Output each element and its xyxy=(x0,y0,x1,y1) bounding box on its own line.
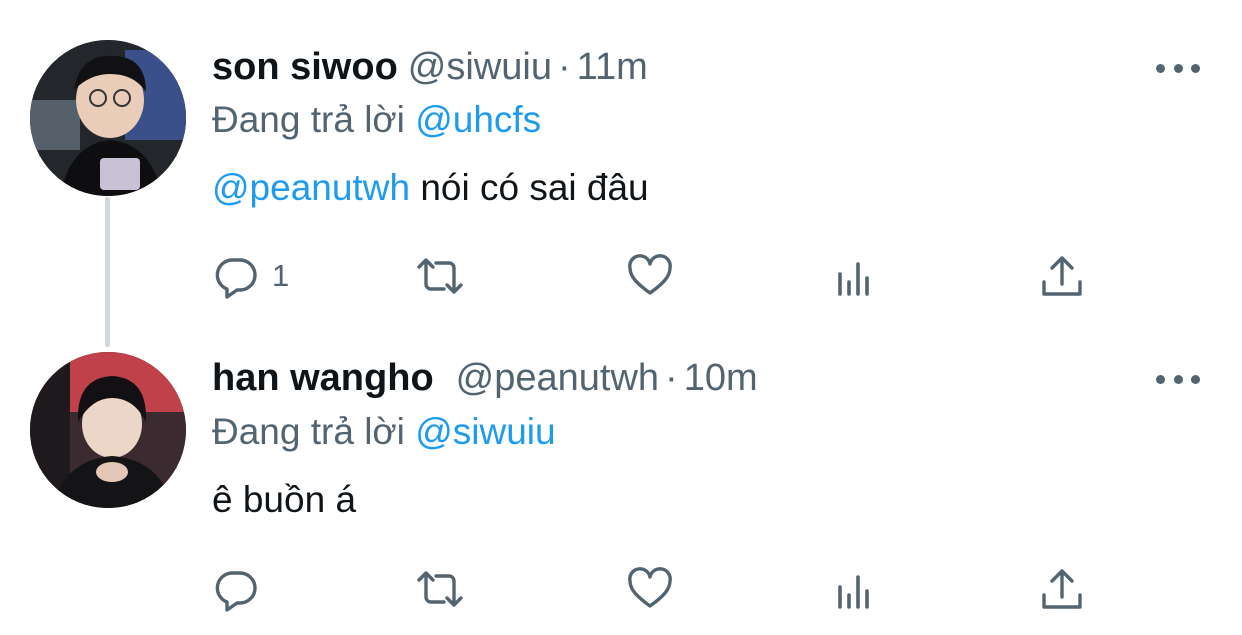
replying-to: Đang trả lời @uhcfs xyxy=(212,98,541,142)
user-handle[interactable]: @siwuiu xyxy=(408,46,552,88)
reply-icon xyxy=(215,258,257,299)
reply-button[interactable]: 1 xyxy=(212,250,289,302)
like-button[interactable] xyxy=(626,250,674,302)
tweet-thread: son siwoo @siwuiu · 11m Đang trả lời @uhcfs… xyxy=(0,0,1242,635)
timestamp[interactable]: 10m xyxy=(684,357,758,399)
replying-to: Đang trả lời @siwuiu xyxy=(212,410,556,454)
action-bar xyxy=(212,563,1092,615)
separator-dot: · xyxy=(557,46,571,88)
like-icon xyxy=(628,254,672,295)
display-name[interactable]: son siwoo xyxy=(212,46,398,88)
avatar[interactable] xyxy=(30,40,186,196)
share-icon xyxy=(1042,256,1082,296)
retweet-icon xyxy=(417,571,463,607)
replying-to-label: Đang trả lời xyxy=(212,99,405,140)
retweet-icon xyxy=(417,258,463,294)
more-icon[interactable] xyxy=(1156,56,1200,80)
avatar-photo-wangho xyxy=(30,352,186,508)
tweet-text: ê buồn á xyxy=(212,478,356,522)
share-button[interactable] xyxy=(1038,250,1086,302)
tweet-text: @peanutwh nói có sai đâu xyxy=(212,166,649,210)
views-button[interactable] xyxy=(832,563,880,615)
reply-icon xyxy=(215,571,257,612)
tweet-header: han wangho @peanutwh · 10m xyxy=(212,356,758,400)
replying-to-mention[interactable]: @siwuiu xyxy=(415,411,555,452)
replying-to-label: Đang trả lời xyxy=(212,411,405,452)
separator-dot: · xyxy=(665,357,678,399)
tweet-body: nói có sai đâu xyxy=(420,167,649,208)
action-bar: 1 xyxy=(212,250,1092,302)
reply-count: 1 xyxy=(272,258,290,293)
user-handle[interactable]: @peanutwh xyxy=(456,357,659,399)
more-icon[interactable] xyxy=(1156,367,1200,391)
tweet-header: son siwoo @siwuiu · 11m xyxy=(212,45,648,89)
replying-to-mention[interactable]: @uhcfs xyxy=(415,99,541,140)
share-icon xyxy=(1042,569,1082,609)
views-icon xyxy=(838,262,869,296)
like-icon xyxy=(628,567,672,608)
tweet-body: ê buồn á xyxy=(212,479,357,520)
display-name[interactable]: han wangho xyxy=(212,357,434,399)
avatar[interactable] xyxy=(30,352,186,508)
tweet[interactable]: han wangho @peanutwh · 10m Đang trả lời @si… xyxy=(0,330,1242,635)
views-button[interactable] xyxy=(832,250,880,302)
views-icon xyxy=(838,575,869,609)
timestamp[interactable]: 11m xyxy=(577,46,648,88)
avatar-photo-siwoo xyxy=(30,40,186,196)
share-button[interactable] xyxy=(1038,563,1086,615)
reply-button[interactable] xyxy=(212,563,272,615)
tweet[interactable]: son siwoo @siwuiu · 11m Đang trả lời @uhcfs… xyxy=(0,0,1242,330)
retweet-button[interactable] xyxy=(416,563,464,615)
body-mention[interactable]: @peanutwh xyxy=(212,167,410,208)
retweet-button[interactable] xyxy=(416,250,464,302)
like-button[interactable] xyxy=(626,563,674,615)
